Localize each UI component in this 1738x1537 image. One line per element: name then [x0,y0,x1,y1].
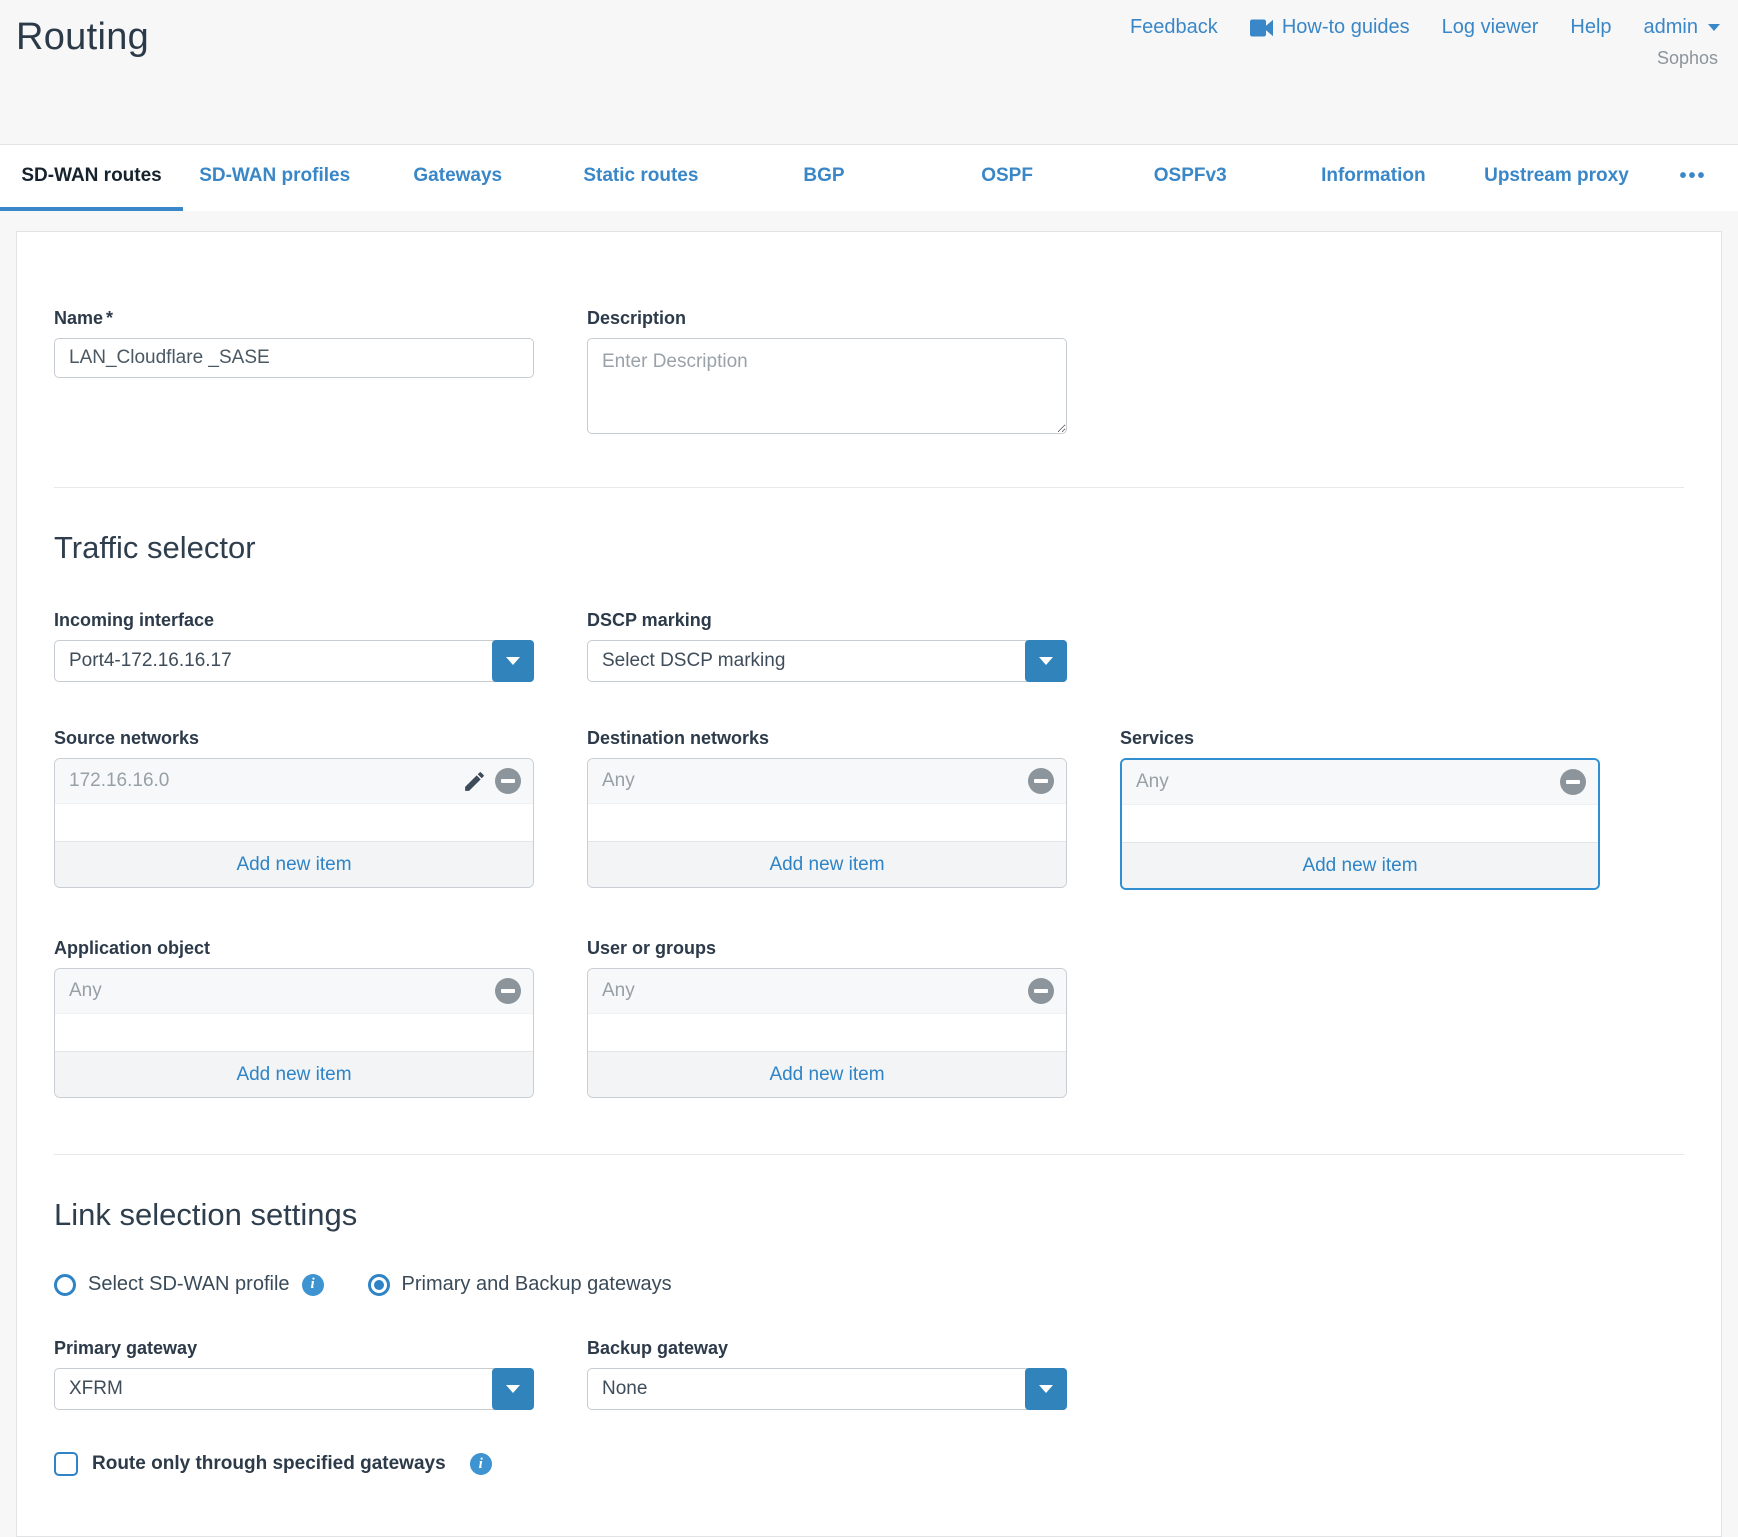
list-item-value: Any [69,980,102,1002]
traffic-selector-heading: Traffic selector [54,530,1684,566]
listbox-empty-area [588,804,1066,841]
info-icon[interactable]: i [470,1453,492,1475]
backup-gateway-value: None [602,1378,647,1400]
dscp-marking-value: Select DSCP marking [602,650,785,672]
application-object-box: Any Add new item [54,968,534,1098]
source-networks-label: Source networks [54,728,534,749]
application-object-label: Application object [54,938,534,959]
tab-sd-wan-routes[interactable]: SD-WAN routes [0,145,183,211]
add-new-item-button[interactable]: Add new item [588,841,1066,887]
add-new-item-button[interactable]: Add new item [55,841,533,887]
dscp-marking-label: DSCP marking [587,610,1067,631]
required-marker: * [106,308,113,328]
radio-label: Primary and Backup gateways [402,1273,672,1296]
services-box: Any Add new item [1120,758,1600,890]
name-input[interactable] [54,338,534,378]
remove-icon[interactable] [1028,978,1054,1004]
list-item: Any [588,969,1066,1014]
primary-gateway-label: Primary gateway [54,1338,534,1359]
routing-tabbar: SD-WAN routes SD-WAN profiles Gateways S… [0,144,1738,211]
add-new-item-button[interactable]: Add new item [1122,842,1598,888]
route-only-row: Route only through specified gateways i [54,1452,1684,1476]
feedback-link[interactable]: Feedback [1130,16,1218,39]
primary-gateway-value: XFRM [69,1378,123,1400]
help-link[interactable]: Help [1570,16,1611,39]
list-item-value: Any [1136,771,1169,793]
brand-label: Sophos [1657,48,1718,69]
info-icon[interactable]: i [302,1274,324,1296]
chevron-down-icon [492,640,534,682]
listbox-empty-area [1122,805,1598,842]
backup-gateway-select[interactable]: None [587,1368,1067,1410]
tab-ospf[interactable]: OSPF [916,145,1099,211]
tab-bgp[interactable]: BGP [732,145,915,211]
primary-gateway-select[interactable]: XFRM [54,1368,534,1410]
list-item-value: Any [602,980,635,1002]
dscp-marking-select[interactable]: Select DSCP marking [587,640,1067,682]
route-only-label: Route only through specified gateways [92,1453,446,1475]
tab-static-routes[interactable]: Static routes [549,145,732,211]
section-divider [54,1154,1684,1155]
listbox-empty-area [55,1014,533,1051]
remove-icon[interactable] [495,768,521,794]
list-item: Any [588,759,1066,804]
radio-icon [54,1274,76,1296]
radio-selected-icon [368,1274,390,1296]
list-item: 172.16.16.0 [55,759,533,804]
source-networks-box: 172.16.16.0 Add new item [54,758,534,888]
edit-icon[interactable] [462,769,487,794]
admin-menu-label: admin [1644,16,1698,39]
user-or-groups-box: Any Add new item [587,968,1067,1098]
destination-networks-box: Any Add new item [587,758,1067,888]
tab-upstream-proxy[interactable]: Upstream proxy [1465,145,1648,211]
incoming-interface-value: Port4-172.16.16.17 [69,650,232,672]
chevron-down-icon [1025,1368,1067,1410]
howto-guides-label: How-to guides [1282,16,1410,39]
header-links: Feedback How-to guides Log viewer Help a… [1130,16,1720,39]
radio-primary-backup-gateways[interactable]: Primary and Backup gateways [368,1273,672,1296]
section-divider [54,487,1684,488]
remove-icon[interactable] [1028,768,1054,794]
howto-guides-link[interactable]: How-to guides [1250,16,1410,39]
services-label: Services [1120,728,1600,749]
list-item-value: 172.16.16.0 [69,770,169,792]
link-selection-options: Select SD-WAN profile i Primary and Back… [54,1273,1684,1296]
chevron-down-icon [1708,24,1720,31]
incoming-interface-label: Incoming interface [54,610,534,631]
remove-icon[interactable] [495,978,521,1004]
remove-icon[interactable] [1560,769,1586,795]
add-new-item-button[interactable]: Add new item [588,1051,1066,1097]
description-input[interactable] [587,338,1067,434]
description-label: Description [587,308,1067,329]
link-selection-heading: Link selection settings [54,1197,1684,1233]
radio-label: Select SD-WAN profile [88,1273,290,1296]
incoming-interface-select[interactable]: Port4-172.16.16.17 [54,640,534,682]
backup-gateway-label: Backup gateway [587,1338,1067,1359]
admin-menu[interactable]: admin [1644,16,1720,39]
list-item: Any [55,969,533,1014]
user-or-groups-label: User or groups [587,938,1067,959]
log-viewer-link[interactable]: Log viewer [1442,16,1539,39]
route-only-checkbox[interactable] [54,1452,78,1476]
tab-more-ellipsis-icon[interactable]: ••• [1648,145,1738,211]
listbox-empty-area [588,1014,1066,1051]
chevron-down-icon [492,1368,534,1410]
chevron-down-icon [1025,640,1067,682]
name-label: Name* [54,308,534,329]
video-camera-icon [1250,19,1274,37]
radio-select-sdwan-profile[interactable]: Select SD-WAN profile i [54,1273,324,1296]
add-new-item-button[interactable]: Add new item [55,1051,533,1097]
list-item-value: Any [602,770,635,792]
listbox-empty-area [55,804,533,841]
list-item: Any [1122,760,1598,805]
tab-gateways[interactable]: Gateways [366,145,549,211]
page-header: Routing Feedback How-to guides Log viewe… [0,0,1738,144]
tab-ospfv3[interactable]: OSPFv3 [1099,145,1282,211]
destination-networks-label: Destination networks [587,728,1067,749]
sd-wan-route-form: Name* Description Traffic selector Incom… [16,231,1722,1537]
tab-information[interactable]: Information [1282,145,1465,211]
tab-sd-wan-profiles[interactable]: SD-WAN profiles [183,145,366,211]
